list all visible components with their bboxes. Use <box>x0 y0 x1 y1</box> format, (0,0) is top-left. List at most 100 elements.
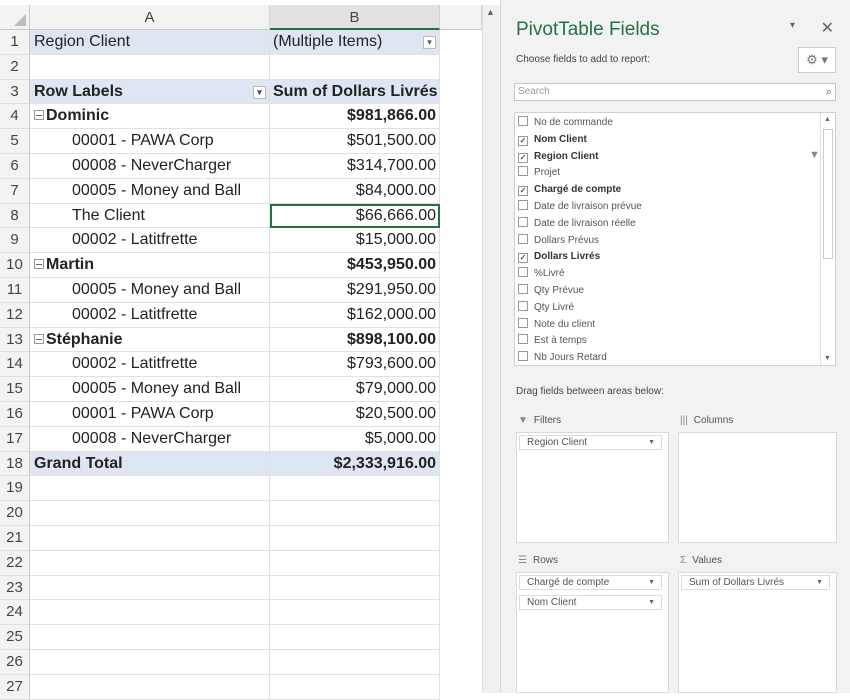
cell-b[interactable]: $2,333,916.00 <box>270 451 440 477</box>
field-item[interactable]: Qty Prévue <box>518 283 584 300</box>
field-checkbox[interactable] <box>518 233 528 244</box>
cell-b[interactable]: $981,866.00 <box>270 104 440 130</box>
cell-b[interactable]: $20,500.00 <box>270 402 440 427</box>
field-item[interactable]: ✓ Nom Client <box>518 132 587 149</box>
scroll-up-arrow-icon[interactable]: ▲ <box>486 7 495 17</box>
row-header[interactable]: 14 <box>0 352 30 378</box>
field-item[interactable]: ✓ Chargé de compte <box>518 182 621 199</box>
chevron-down-icon[interactable]: ▼ <box>648 576 655 589</box>
cell-b[interactable] <box>270 600 440 626</box>
cell-b[interactable]: $5,000.00 <box>270 426 440 452</box>
row-header[interactable]: 18 <box>0 451 30 477</box>
cell-b[interactable]: $66,666.00 <box>270 203 440 229</box>
row-header[interactable]: 15 <box>0 377 30 402</box>
cell-a[interactable]: 00001 - PAWA Corp <box>30 402 270 427</box>
cell-b[interactable]: (Multiple Items) ▾ <box>270 30 440 55</box>
field-item[interactable]: Nb Jours Retard <box>518 350 607 367</box>
field-checkbox[interactable] <box>518 267 528 278</box>
cell-a[interactable]: 00002 - Latitfrette <box>30 352 270 378</box>
cell-a[interactable]: 00005 - Money and Ball <box>30 377 270 402</box>
collapse-icon[interactable] <box>34 259 44 270</box>
cell-a[interactable] <box>30 600 270 626</box>
scrollbar-thumb[interactable] <box>823 129 833 259</box>
field-checkbox[interactable]: ✓ <box>518 135 528 146</box>
cell-a[interactable]: Dominic <box>30 104 270 130</box>
vertical-scrollbar[interactable]: ▲ <box>482 5 500 693</box>
row-header[interactable]: 4 <box>0 104 30 130</box>
field-checkbox[interactable] <box>518 317 528 328</box>
cell-b[interactable]: $453,950.00 <box>270 253 440 278</box>
field-checkbox[interactable] <box>518 116 528 126</box>
cell-b[interactable] <box>270 625 440 650</box>
field-item[interactable]: Note du client <box>518 317 595 334</box>
cell-a[interactable]: Stéphanie <box>30 327 270 353</box>
scroll-down-arrow-icon[interactable]: ▼ <box>824 355 831 362</box>
cell-a[interactable]: 00002 - Latitfrette <box>30 228 270 254</box>
field-checkbox[interactable] <box>518 334 528 345</box>
cell-a[interactable] <box>30 674 270 700</box>
row-header[interactable]: 27 <box>0 674 30 700</box>
cell-a[interactable] <box>30 476 270 502</box>
field-item[interactable]: Est à temps <box>518 333 587 350</box>
field-checkbox[interactable] <box>518 284 528 294</box>
worksheet[interactable]: A B C 1Region Client(Multiple Items)▾23R… <box>0 0 500 700</box>
row-header[interactable]: 16 <box>0 402 30 427</box>
row-header[interactable]: 7 <box>0 178 30 204</box>
row-field-nom-client[interactable]: Nom Client ▼ <box>519 595 662 610</box>
cell-a[interactable]: 00002 - Latitfrette <box>30 302 270 328</box>
values-area[interactable]: Sum of Dollars Livrés ▼ <box>678 572 837 693</box>
cell-b[interactable] <box>270 526 440 551</box>
cell-b[interactable]: $314,700.00 <box>270 154 440 179</box>
field-item[interactable]: Date de livraison réelle <box>518 216 636 233</box>
chevron-down-icon[interactable]: ▼ <box>816 576 823 589</box>
close-icon[interactable]: ✕ <box>821 18 834 38</box>
cell-a[interactable]: Martin <box>30 253 270 278</box>
cell-b[interactable]: Sum of Dollars Livrés <box>270 79 440 105</box>
column-c-cells[interactable] <box>440 30 482 693</box>
cell-a[interactable]: The Client <box>30 203 270 229</box>
field-item[interactable]: Dollars Prévus <box>518 233 599 250</box>
cell-b[interactable] <box>270 476 440 502</box>
cell-a[interactable]: 00008 - NeverCharger <box>30 426 270 452</box>
cell-b[interactable] <box>270 575 440 601</box>
cell-b[interactable]: $84,000.00 <box>270 178 440 204</box>
row-header[interactable]: 5 <box>0 129 30 154</box>
select-all-corner[interactable] <box>0 5 30 30</box>
row-header[interactable]: 6 <box>0 154 30 179</box>
row-labels-filter-dropdown-icon[interactable]: ▾ <box>253 85 266 99</box>
column-header-c[interactable]: C <box>440 5 482 30</box>
row-header[interactable]: 2 <box>0 54 30 80</box>
field-checkbox[interactable] <box>518 216 528 227</box>
row-header[interactable]: 23 <box>0 575 30 601</box>
field-item[interactable]: ✓ Dollars Livrés <box>518 249 600 266</box>
cell-b[interactable] <box>270 550 440 576</box>
field-item[interactable]: ✓ Region Client <box>518 149 598 166</box>
field-item[interactable]: Projet <box>518 165 560 182</box>
row-header[interactable]: 22 <box>0 550 30 576</box>
row-header[interactable]: 21 <box>0 526 30 551</box>
field-item[interactable]: Date de livraison prévue <box>518 199 642 216</box>
row-field-charge-de-compte[interactable]: Chargé de compte ▼ <box>519 575 662 590</box>
row-header[interactable]: 24 <box>0 600 30 626</box>
row-header[interactable]: 17 <box>0 426 30 452</box>
field-checkbox[interactable] <box>518 166 528 177</box>
cell-b[interactable]: $15,000.00 <box>270 228 440 254</box>
field-item[interactable]: %Livré <box>518 266 565 283</box>
cell-a[interactable] <box>30 54 270 80</box>
columns-area[interactable] <box>678 432 837 543</box>
cell-b[interactable] <box>270 54 440 80</box>
field-checkbox[interactable] <box>518 300 528 311</box>
collapse-icon[interactable] <box>34 333 44 344</box>
cell-a[interactable]: Grand Total <box>30 451 270 477</box>
filters-area[interactable]: Region Client ▼ <box>516 432 669 543</box>
cell-b[interactable] <box>270 650 440 675</box>
row-header[interactable]: 25 <box>0 625 30 650</box>
row-header[interactable]: 12 <box>0 302 30 328</box>
row-header[interactable]: 13 <box>0 327 30 353</box>
row-header[interactable]: 19 <box>0 476 30 502</box>
field-checkbox[interactable]: ✓ <box>518 253 528 264</box>
cell-b[interactable]: $898,100.00 <box>270 327 440 353</box>
collapse-icon[interactable] <box>34 110 44 121</box>
field-checkbox[interactable] <box>518 351 528 362</box>
value-field-sum-dollars-livres[interactable]: Sum of Dollars Livrés ▼ <box>681 575 830 590</box>
